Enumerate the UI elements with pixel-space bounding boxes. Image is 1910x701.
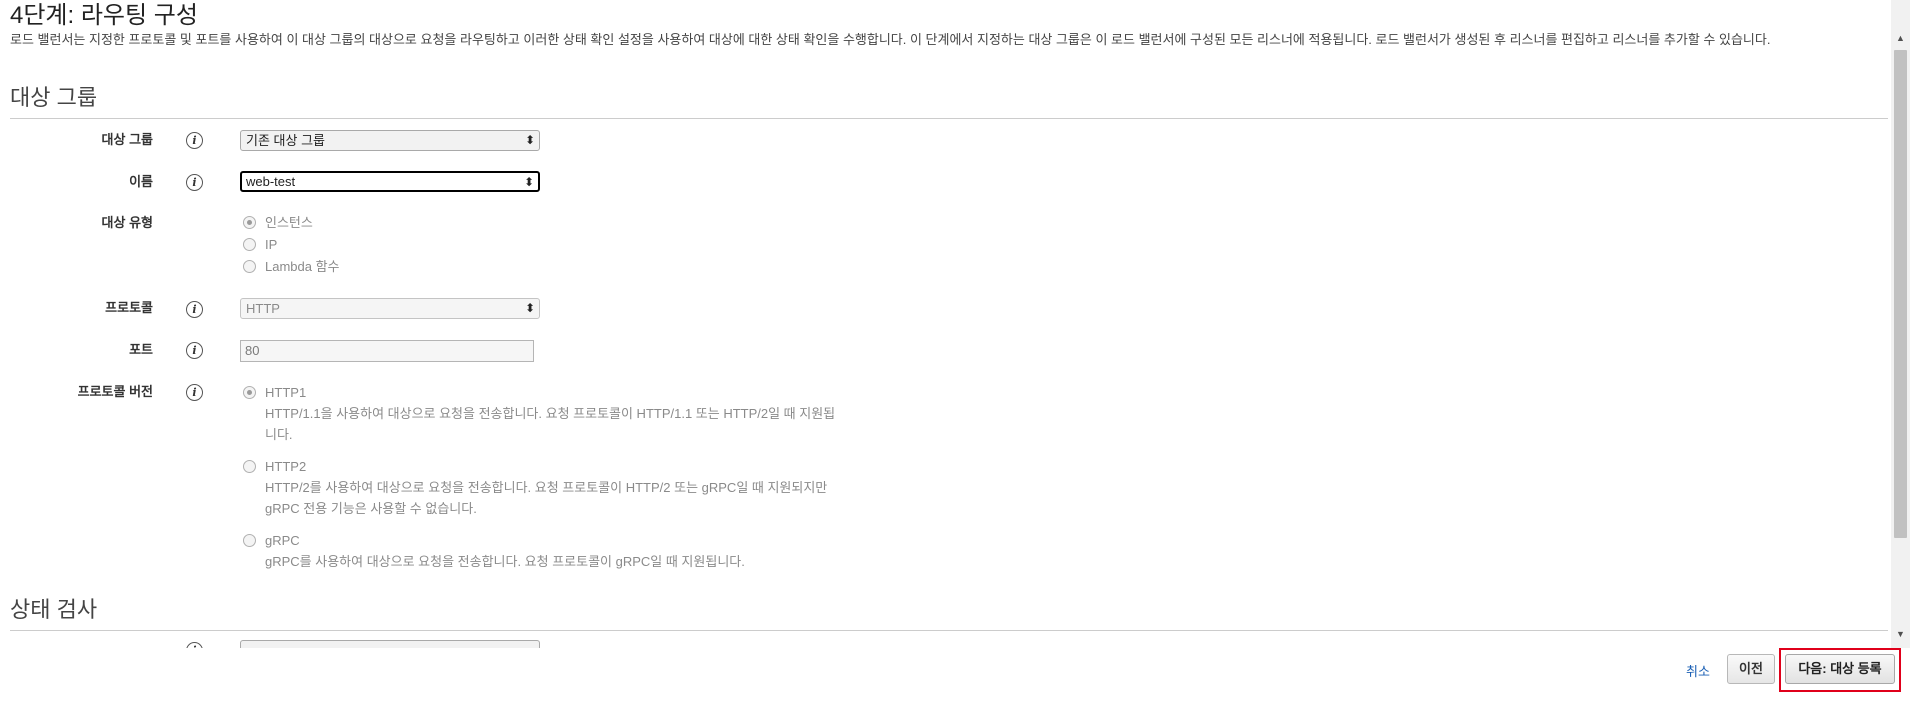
wizard-footer: 취소 이전 다음: 대상 등록 <box>0 648 1910 701</box>
http2-description-line: gRPC 전용 기능은 사용할 수 없습니다. <box>265 501 477 516</box>
vertical-scrollbar[interactable]: ▲ ▼ <box>1891 0 1910 648</box>
radio-label: HTTP2 <box>265 459 307 474</box>
section-divider <box>10 118 1888 119</box>
radio-button[interactable] <box>243 460 256 473</box>
info-icon[interactable]: i <box>186 132 203 149</box>
radio-button[interactable] <box>243 260 256 273</box>
protocol-label: 프로토콜 <box>105 300 153 315</box>
radio-label: gRPC <box>265 533 300 548</box>
port-input[interactable]: 80 <box>240 340 534 362</box>
health-check-heading: 상태 검사 <box>10 597 98 622</box>
radio-label: 인스턴스 <box>265 215 313 230</box>
section-divider <box>10 630 1888 631</box>
grpc-description-line: gRPC를 사용하여 대상으로 요청을 전송합니다. 요청 프로토콜이 gRPC… <box>265 554 745 569</box>
health-check-select[interactable] <box>240 640 540 648</box>
protocol-select-value: HTTP <box>246 301 280 316</box>
http2-description: HTTP/2를 사용하여 대상으로 요청을 전송합니다. 요청 프로토콜이 HT… <box>265 477 925 519</box>
http1-description: HTTP/1.1을 사용하여 대상으로 요청을 전송합니다. 요청 프로토콜이 … <box>265 403 925 445</box>
step-description: 로드 밸런서는 지정한 프로토콜 및 포트를 사용하여 이 대상 그룹의 대상으… <box>10 32 1771 47</box>
port-label: 포트 <box>129 342 153 357</box>
select-arrow-icon: ⬍ <box>524 301 535 315</box>
page-title: 4단계: 라우팅 구성 <box>10 2 198 29</box>
select-arrow-icon: ⬍ <box>524 133 535 147</box>
next-register-targets-button[interactable]: 다음: 대상 등록 <box>1785 654 1895 684</box>
target-group-label: 대상 그룹 <box>101 132 153 147</box>
radio-button[interactable] <box>243 238 256 251</box>
http2-description-line: HTTP/2를 사용하여 대상으로 요청을 전송합니다. 요청 프로토콜이 HT… <box>265 480 828 495</box>
info-icon[interactable]: i <box>186 342 203 359</box>
http1-description-line: 니다. <box>265 427 293 442</box>
name-select[interactable]: web-test ⬍ <box>240 171 540 192</box>
radio-button[interactable] <box>243 534 256 547</box>
grpc-description: gRPC를 사용하여 대상으로 요청을 전송합니다. 요청 프로토콜이 gRPC… <box>265 551 925 572</box>
select-arrow-icon: ⬍ <box>523 175 534 189</box>
protocol-version-label: 프로토콜 버전 <box>77 384 153 399</box>
target-group-select[interactable]: 기존 대상 그룹 ⬍ <box>240 130 540 151</box>
previous-button[interactable]: 이전 <box>1727 654 1775 684</box>
scroll-thumb[interactable] <box>1894 50 1907 538</box>
radio-button[interactable] <box>243 386 256 399</box>
scroll-up-icon[interactable]: ▲ <box>1891 30 1910 47</box>
radio-button[interactable] <box>243 216 256 229</box>
radio-label: IP <box>265 237 278 252</box>
radio-label: Lambda 함수 <box>265 259 340 274</box>
target-group-select-value: 기존 대상 그룹 <box>246 133 325 148</box>
radio-label: HTTP1 <box>265 385 307 400</box>
cancel-link[interactable]: 취소 <box>1686 661 1710 680</box>
wizard-content: 4단계: 라우팅 구성 로드 밸런서는 지정한 프로토콜 및 포트를 사용하여 … <box>0 0 1891 648</box>
name-label: 이름 <box>129 174 153 189</box>
info-icon[interactable]: i <box>186 174 203 191</box>
target-group-heading: 대상 그룹 <box>10 85 98 110</box>
info-icon[interactable]: i <box>186 301 203 318</box>
info-icon[interactable]: i <box>186 384 203 401</box>
scroll-down-icon[interactable]: ▼ <box>1891 626 1910 643</box>
protocol-select[interactable]: HTTP ⬍ <box>240 298 540 319</box>
name-select-value: web-test <box>246 174 296 189</box>
http1-description-line: HTTP/1.1을 사용하여 대상으로 요청을 전송합니다. 요청 프로토콜이 … <box>265 406 836 421</box>
target-type-label: 대상 유형 <box>101 215 153 230</box>
